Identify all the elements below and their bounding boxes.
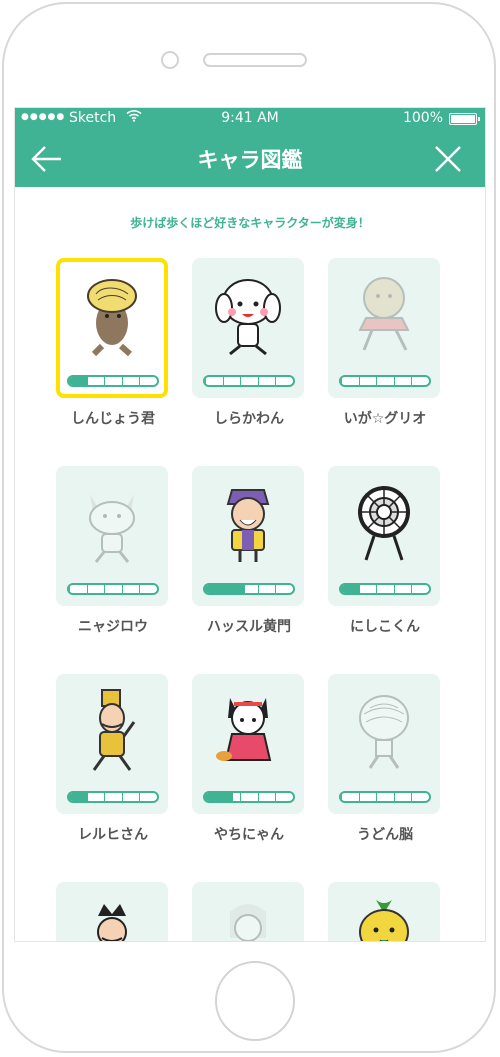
card-frame [192,674,304,814]
app-screen: ●●●●● Sketch 9:41 AM 100% キャラ図鑑 歩けば歩くほど好… [14,107,486,942]
nyajirou-character-icon [89,494,135,563]
card-frame [192,466,304,606]
progress-fill [205,793,234,801]
character-name: やちにゃん [214,827,284,843]
shinjo-kun-character-icon [87,279,137,357]
card-frame [56,882,168,941]
character-name: にしこくん [350,619,420,635]
card-frame [192,258,304,398]
home-button[interactable] [215,961,295,1041]
card-frame [56,674,168,814]
close-icon[interactable] [433,144,463,174]
progress-bar [203,583,295,595]
status-bar: ●●●●● Sketch 9:41 AM 100% [15,108,485,130]
card-frame [328,258,440,398]
hustle-koumon-character-icon [226,489,270,562]
card-frame [328,466,440,606]
progress-bar [339,583,431,595]
shirakawan-character-icon [215,279,281,356]
character-name: ハッスル黄門 [207,619,291,635]
front-camera [161,51,179,69]
page-title: キャラ図鑑 [197,148,303,172]
character-name: ニャジロウ [78,619,148,635]
yachinyan-character-icon [216,698,272,761]
progress-bar [67,375,159,387]
yuzu-character-icon [359,900,409,941]
progress-bar [339,791,431,803]
progress-fill [69,377,87,385]
progress-bar [67,791,159,803]
faded-girl-character-icon [230,904,266,941]
character-name: しんじょう君 [71,411,155,427]
card-frame [56,466,168,606]
character-name: レルヒさん [78,827,148,843]
character-name: うどん脳 [357,827,413,843]
progress-bar [339,375,431,387]
iga-gurio-character-icon [358,277,410,351]
nishikokun-character-icon [358,486,410,561]
speaker [203,53,307,67]
king-character-icon [97,904,127,941]
card-frame [56,258,168,398]
card-frame [192,882,304,941]
header: ●●●●● Sketch 9:41 AM 100% キャラ図鑑 [15,108,485,187]
card-frame [328,882,440,941]
battery-percent: 100% [402,110,443,126]
udon-nou-character-icon [359,695,409,769]
instruction-text: 歩けば歩くほど好きなキャラクターが変身！ [130,216,370,230]
lerch-san-character-icon [92,689,136,771]
progress-fill [69,793,87,801]
character-name: しらかわん [214,411,284,427]
progress-bar [67,583,159,595]
progress-bar [203,791,295,803]
battery-icon [449,113,480,125]
progress-fill [205,585,245,593]
character-name: いが☆グリオ [343,411,427,427]
progress-fill [341,585,359,593]
progress-bar [203,375,295,387]
card-frame [328,674,440,814]
